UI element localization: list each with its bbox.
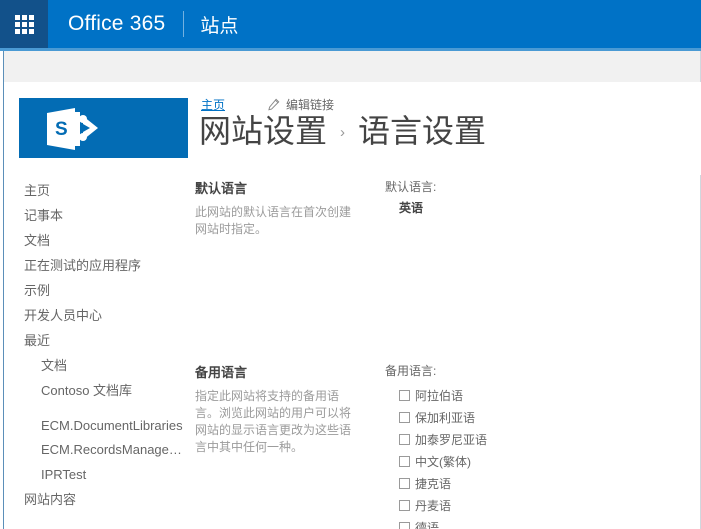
breadcrumb-home-link[interactable]: 主页: [201, 96, 225, 113]
checkbox-icon[interactable]: [399, 411, 410, 423]
checkbox-label: 保加利亚语: [415, 410, 476, 425]
checkbox-label: 丹麦语: [415, 498, 452, 513]
checkbox-row[interactable]: 中文(繁体): [399, 450, 645, 472]
checkbox-row[interactable]: 捷克语: [399, 472, 645, 494]
app-launcher-button[interactable]: [0, 0, 48, 48]
site-logo-tile[interactable]: S: [19, 98, 188, 158]
svg-text:S: S: [55, 119, 68, 140]
nav-item-recent-documents[interactable]: 文档: [4, 353, 187, 378]
default-language-description: 此网站的默认语言在首次创建网站时指定。: [195, 205, 352, 236]
alternate-languages-value-column: 备用语言: 阿拉伯语 保加利亚语 加泰罗尼亚语 中文(繁体) 捷克语 丹麦语 德…: [385, 362, 645, 529]
default-language-section: 默认语言 此网站的默认语言在首次创建网站时指定。 默认语言: 英语: [195, 178, 695, 270]
alternate-languages-value-label: 备用语言:: [385, 364, 437, 378]
checkbox-row[interactable]: 德语: [399, 516, 645, 529]
checkbox-icon[interactable]: [399, 477, 410, 489]
main-content: 默认语言 此网站的默认语言在首次创建网站时指定。 默认语言: 英语 备用语言 指…: [195, 178, 695, 529]
alternate-languages-checkbox-list: 阿拉伯语 保加利亚语 加泰罗尼亚语 中文(繁体) 捷克语 丹麦语 德语: [385, 384, 645, 529]
checkbox-label: 德语: [415, 520, 440, 529]
nav-item-ecm-documentlibraries[interactable]: ECM.DocumentLibraries: [4, 413, 187, 438]
checkbox-icon[interactable]: [399, 521, 410, 529]
checkbox-label: 中文(繁体): [415, 454, 471, 469]
suite-bar: Office 365 站点: [0, 0, 701, 48]
default-language-value: 英语: [399, 201, 424, 215]
alternate-languages-description-column: 备用语言 指定此网站将支持的备用语言。浏览此网站的用户可以将网站的显示语言更改为…: [195, 362, 355, 456]
nav-item-contoso-doc-library[interactable]: Contoso 文档库: [4, 378, 187, 403]
checkbox-icon[interactable]: [399, 433, 410, 445]
page-title-current: 语言设置: [358, 113, 487, 149]
site-header: S 主页 编辑链接 网站设置 › 语言设置: [4, 82, 701, 175]
waffle-grid-icon: [14, 14, 34, 34]
checkbox-row[interactable]: 丹麦语: [399, 494, 645, 516]
checkbox-label: 阿拉伯语: [415, 388, 464, 403]
nav-item-site-contents[interactable]: 网站内容: [4, 487, 187, 512]
checkbox-icon[interactable]: [399, 499, 410, 511]
checkbox-label: 加泰罗尼亚语: [415, 432, 488, 447]
checkbox-row[interactable]: 保加利亚语: [399, 406, 645, 428]
office-365-brand[interactable]: Office 365: [48, 12, 183, 36]
suite-nav-sites-link[interactable]: 站点: [184, 11, 254, 38]
nav-item-ecm-recordsmanagement[interactable]: ECM.RecordsManagement: [4, 438, 187, 462]
ribbon-band: [4, 51, 701, 82]
edit-links-button[interactable]: 编辑链接: [267, 96, 334, 113]
checkbox-row[interactable]: 加泰罗尼亚语: [399, 428, 645, 450]
default-language-value-column: 默认语言: 英语: [385, 178, 645, 216]
alternate-languages-heading: 备用语言: [195, 365, 248, 380]
alternate-languages-description: 指定此网站将支持的备用语言。浏览此网站的用户可以将网站的显示语言更改为这些语言中…: [195, 389, 352, 454]
default-language-heading: 默认语言: [195, 181, 248, 196]
edit-links-label: 编辑链接: [286, 97, 335, 112]
pencil-icon: [268, 98, 280, 110]
nav-item-documents[interactable]: 文档: [4, 228, 187, 253]
page-root: Office 365 站点 S 主页 编辑链接 网站设置 › 语言设置 主页 记…: [0, 0, 701, 529]
checkbox-icon[interactable]: [399, 455, 410, 467]
nav-item-samples[interactable]: 示例: [4, 278, 187, 303]
default-language-description-column: 默认语言 此网站的默认语言在首次创建网站时指定。: [195, 178, 355, 238]
sharepoint-logo: S: [47, 108, 98, 150]
nav-item-iprtest[interactable]: IPRTest: [4, 462, 187, 487]
checkbox-icon[interactable]: [399, 389, 410, 401]
title-chevron-icon: ›: [340, 124, 346, 141]
default-language-value-label: 默认语言:: [385, 180, 437, 194]
page-title: 网站设置 › 语言设置: [199, 112, 486, 150]
checkbox-row[interactable]: 阿拉伯语: [399, 384, 645, 406]
nav-item-notebook[interactable]: 记事本: [4, 203, 187, 228]
nav-item-apps-in-testing[interactable]: 正在测试的应用程序: [4, 253, 187, 278]
checkbox-label: 捷克语: [415, 476, 452, 491]
breadcrumb: 主页 编辑链接: [201, 95, 334, 113]
nav-item-developer-center[interactable]: 开发人员中心: [4, 303, 187, 328]
nav-item-recent[interactable]: 最近: [4, 328, 187, 353]
nav-item-home[interactable]: 主页: [4, 178, 187, 203]
page-title-parent[interactable]: 网站设置: [199, 112, 327, 150]
left-navigation: 主页 记事本 文档 正在测试的应用程序 示例 开发人员中心 最近 文档 Cont…: [4, 178, 187, 512]
